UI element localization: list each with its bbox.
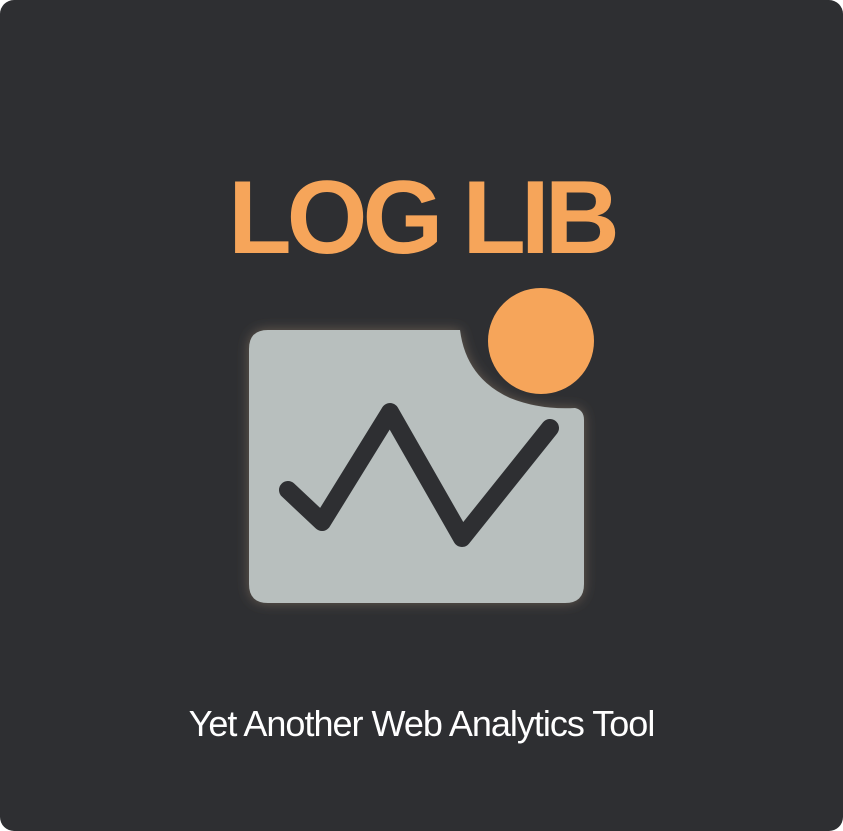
logo-card: LOG LIB Yet Another Web Analytics Tool bbox=[0, 0, 843, 831]
analytics-chart-icon bbox=[249, 288, 594, 603]
brand-tagline: Yet Another Web Analytics Tool bbox=[188, 703, 656, 744]
accent-dot bbox=[488, 288, 594, 394]
brand-title: LOG LIB bbox=[228, 160, 620, 276]
